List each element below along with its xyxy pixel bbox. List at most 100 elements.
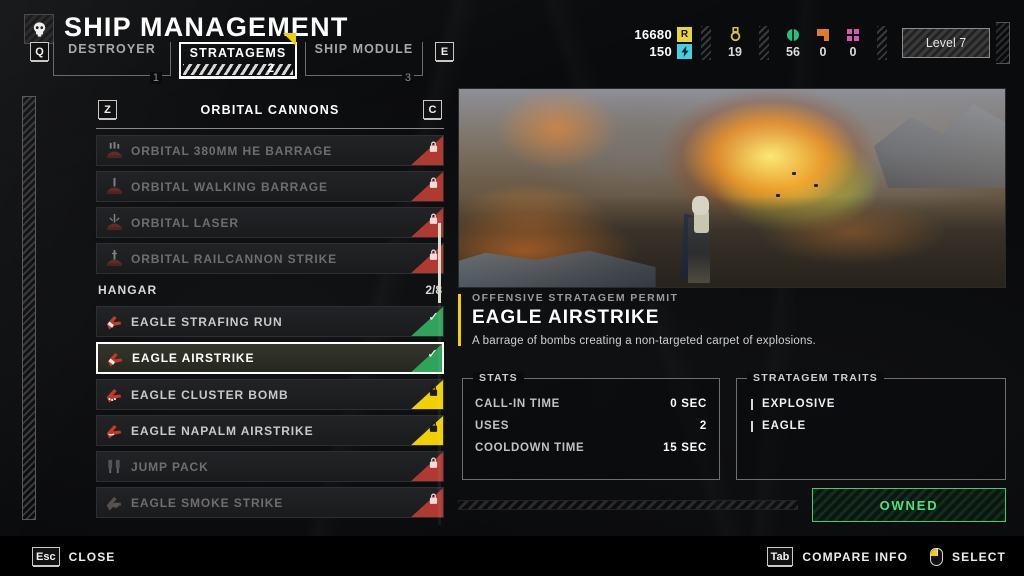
currency-group: 16680 R 150 <box>634 27 692 59</box>
lock-icon <box>429 213 438 224</box>
compare-info-action[interactable]: Tab COMPARE INFO <box>766 547 909 566</box>
key-q[interactable]: Q <box>30 42 49 61</box>
resource-divider-3 <box>877 26 887 60</box>
stratagem-preview-image <box>458 88 1006 288</box>
list-item[interactable]: JUMP PACK <box>96 451 444 482</box>
footer-right: Tab COMPARE INFO SELECT <box>766 547 1006 566</box>
locked-flag <box>409 172 443 201</box>
footer-bar: Esc CLOSE Tab COMPARE INFO SELECT <box>0 536 1024 576</box>
list-item[interactable]: EAGLE STRAFING RUN ✓ <box>96 306 444 337</box>
section-header-hangar: HANGAR 2/8 <box>96 279 444 301</box>
list-item-label: EAGLE CLUSTER BOMB <box>131 387 289 402</box>
eagle-icon <box>97 313 131 330</box>
orbital-barrage-icon <box>97 142 131 159</box>
lock-icon <box>429 177 438 188</box>
locked-flag <box>409 136 443 165</box>
active-tab-underline <box>179 77 297 79</box>
footer-left: Esc CLOSE <box>32 547 115 566</box>
level-badge: Level 7 <box>902 28 990 58</box>
list-item[interactable]: ORBITAL RAILCANNON STRIKE <box>96 243 444 274</box>
list-item-label: EAGLE AIRSTRIKE <box>132 351 255 365</box>
list-item[interactable]: EAGLE NAPALM AIRSTRIKE <box>96 415 444 446</box>
orbital-railcannon-icon <box>97 250 131 267</box>
mouse-left-click-icon <box>930 547 944 566</box>
stat-value: 2 <box>699 420 707 432</box>
list-header-rule <box>96 128 444 129</box>
stratagem-name: EAGLE AIRSTRIKE <box>472 307 660 328</box>
eagle-icon <box>97 422 131 439</box>
scrollbar-thumb[interactable] <box>438 223 441 303</box>
list-item[interactable]: ORBITAL WALKING BARRAGE <box>96 171 444 202</box>
page-title: SHIP MANAGEMENT <box>64 12 349 42</box>
tab-destroyer-number: 1 <box>149 72 162 84</box>
stats-body: CALL-IN TIME 0 SEC USES 2 COOLDOWN TIME … <box>463 379 719 459</box>
stat-key: CALL-IN TIME <box>475 398 561 410</box>
lock-icon <box>429 457 438 468</box>
super-credits-row: 150 <box>649 44 692 59</box>
tab-ship-module-number: 3 <box>401 72 414 84</box>
stratagem-list-panel: Z ORBITAL CANNONS C ORBITAL 380MM HE BAR… <box>96 100 444 520</box>
list-item[interactable]: EAGLE SMOKE STRIKE <box>96 487 444 518</box>
select-action[interactable]: SELECT <box>930 547 1006 566</box>
owned-flag: ✓ <box>408 344 442 372</box>
resource-divider <box>701 26 711 60</box>
stratagem-detail: OFFENSIVE STRATAGEM PERMIT EAGLE AIRSTRI… <box>458 292 1006 347</box>
stats-title: STATS <box>473 372 524 384</box>
list-item-label: ORBITAL RAILCANNON STRIKE <box>131 251 338 266</box>
list-item-label: ORBITAL WALKING BARRAGE <box>131 179 328 194</box>
trait-row: EXPLOSIVE <box>737 393 1005 415</box>
resource-divider-2 <box>759 26 769 60</box>
tab-stratagems-label: STRATAGEMS <box>189 46 287 60</box>
tab-destroyer-label: DESTROYER <box>68 42 156 56</box>
preview-helldiver <box>680 195 718 284</box>
list-item[interactable]: EAGLE CLUSTER BOMB <box>96 379 444 410</box>
active-tab-corner-icon <box>283 33 296 46</box>
skull-icon <box>24 14 54 44</box>
list-item[interactable]: ORBITAL 380MM HE BARRAGE <box>96 135 444 166</box>
list-item[interactable]: ORBITAL LASER <box>96 207 444 238</box>
traits-title: STRATAGEM TRAITS <box>747 372 884 384</box>
esc-key[interactable]: Esc <box>32 547 60 566</box>
tab-key[interactable]: Tab <box>766 547 794 566</box>
owned-button[interactable]: OWNED <box>812 488 1006 522</box>
tab-ship-module[interactable]: SHIP MODULE 3 <box>305 42 423 84</box>
common-sample-icon <box>787 28 799 41</box>
rare-samples-value: 0 <box>819 44 827 59</box>
eagle-icon <box>97 386 131 403</box>
requisition-value: 16680 <box>634 27 672 42</box>
rare-samples-item: 0 <box>808 28 838 59</box>
compare-info-label: COMPARE INFO <box>802 549 909 564</box>
super-credits-value: 150 <box>649 44 672 59</box>
lock-icon <box>429 141 438 152</box>
tab-destroyer[interactable]: DESTROYER 1 <box>53 42 171 84</box>
tab-ship-module-label: SHIP MODULE <box>314 42 414 56</box>
detail-accent-bar <box>458 294 461 346</box>
close-action[interactable]: Esc CLOSE <box>32 547 115 566</box>
tab-stratagems-number: 2 <box>267 61 274 75</box>
close-label: CLOSE <box>68 549 116 564</box>
super-samples-item: 0 <box>838 28 868 59</box>
medals-value: 19 <box>728 45 742 59</box>
lock-icon <box>429 421 438 432</box>
list-item-label: ORBITAL LASER <box>131 215 239 230</box>
trait-label: EXPLOSIVE <box>762 398 836 410</box>
list-item-selected[interactable]: EAGLE AIRSTRIKE ✓ <box>96 342 444 374</box>
key-e[interactable]: E <box>435 42 454 61</box>
traits-body: EXPLOSIVE EAGLE <box>737 379 1005 437</box>
common-samples-item: 56 <box>778 28 808 59</box>
requisition-icon: R <box>677 27 692 42</box>
rare-sample-icon <box>817 28 829 41</box>
stat-row: COOLDOWN TIME 15 SEC <box>463 437 719 459</box>
orbital-walking-icon <box>97 178 131 195</box>
trait-label: EAGLE <box>762 420 807 432</box>
left-frame-decoration <box>22 96 36 520</box>
list-scrollbar[interactable] <box>438 215 441 525</box>
category-next-key[interactable]: C <box>423 100 442 119</box>
preview-debris <box>813 184 818 188</box>
check-icon: ✓ <box>427 346 438 361</box>
select-label: SELECT <box>952 549 1006 564</box>
jump-pack-icon <box>97 458 131 475</box>
stats-panel: STATS CALL-IN TIME 0 SEC USES 2 COOLDOWN… <box>462 372 720 480</box>
requisition-row: 16680 R <box>634 27 692 42</box>
tab-stratagems[interactable]: STRATAGEMS 2 <box>179 33 297 79</box>
